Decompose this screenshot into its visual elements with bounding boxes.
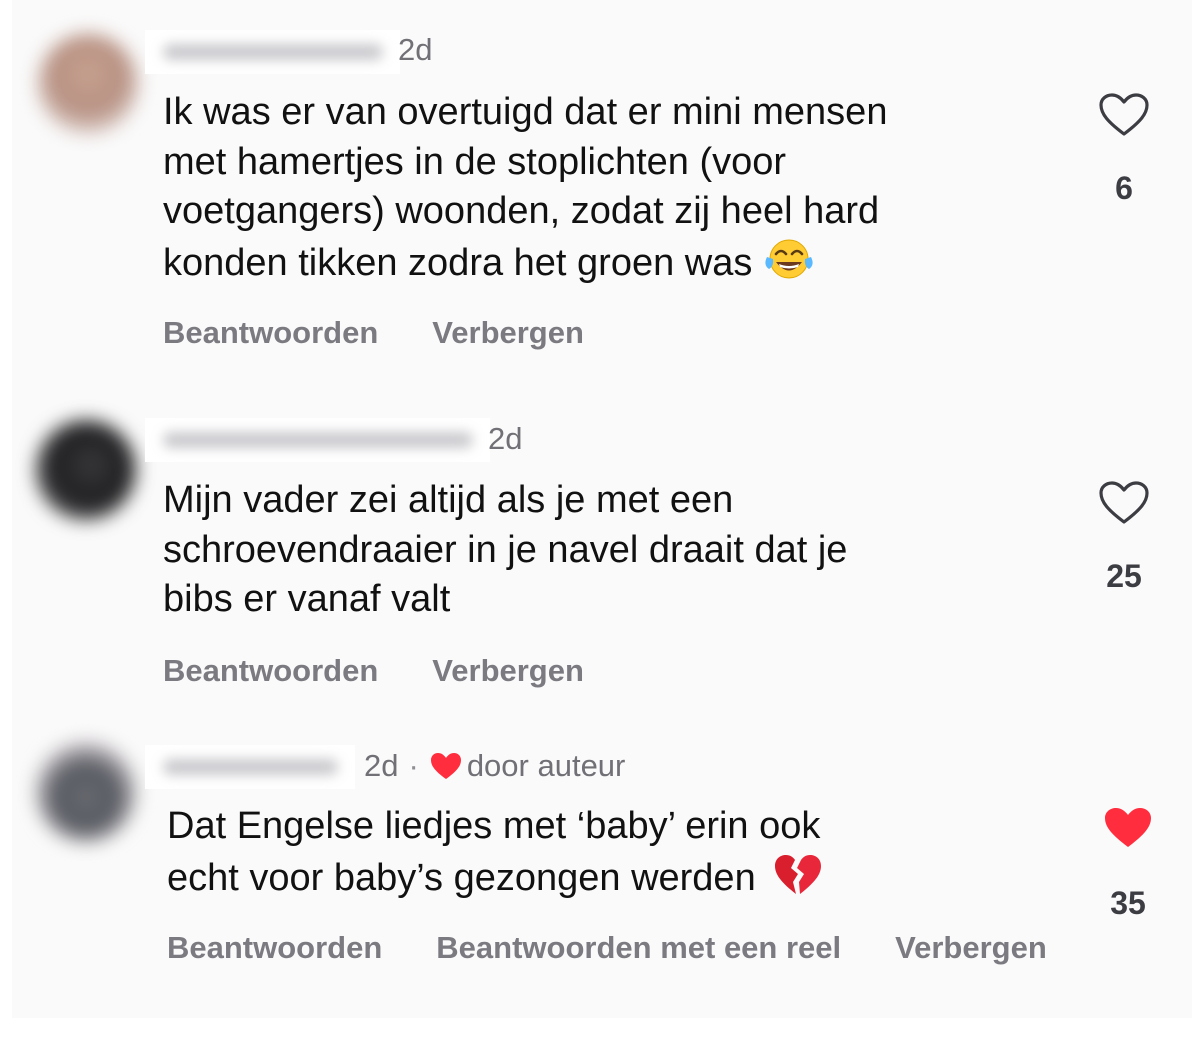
comment-meta: 2d (488, 421, 522, 457)
heart-filled-icon (430, 753, 461, 779)
comment-line: Dat Engelse liedjes met ‘baby’ erin ook (167, 805, 821, 847)
hide-button[interactable]: Verbergen (432, 653, 584, 689)
avatar[interactable] (38, 34, 138, 134)
hide-button[interactable]: Verbergen (895, 930, 1047, 966)
reply-button[interactable]: Beantwoorden (163, 315, 378, 351)
comment-line: echt voor baby’s gezongen werden (167, 856, 756, 899)
avatar[interactable] (36, 420, 136, 520)
comment-line: voetgangers) woonden, zodat zij heel har… (163, 190, 880, 232)
comment-meta: 2d (398, 32, 432, 68)
heart-outline-icon[interactable] (1098, 480, 1150, 526)
heart-filled-icon[interactable] (1101, 805, 1155, 851)
comment-actions: Beantwoorden Verbergen (163, 315, 584, 351)
comment-line: konden tikken zodra het groen was (163, 241, 753, 284)
liked-by-author-label: door auteur (466, 748, 626, 783)
username-blurred[interactable] (145, 30, 400, 74)
comment-text: Dat Engelse liedjes met ‘baby’ erin ook … (167, 802, 824, 903)
broken-heart-emoji (775, 854, 822, 894)
comment-line: bibs er vanaf valt (163, 578, 451, 620)
timestamp: 2d (364, 748, 399, 783)
comment-actions: Beantwoorden Verbergen (163, 653, 584, 689)
heart-outline-icon[interactable] (1098, 92, 1150, 138)
comment-line: Mijn vader zei altijd als je met een (163, 479, 734, 521)
like-control: 35 (1098, 805, 1158, 922)
meta-separator: · (408, 748, 419, 783)
like-count: 35 (1110, 885, 1146, 921)
comment-line: Ik was er van overtuigd dat er mini mens… (163, 91, 888, 133)
comment-actions: Beantwoorden Beantwoorden met een reel V… (167, 930, 1047, 966)
username-blurred[interactable] (145, 745, 355, 789)
comment-meta: 2d · door auteur (364, 748, 625, 784)
comment-line: met hamertjes in de stoplichten (voor (163, 140, 787, 183)
comments-page: 2d Ik was er van overtuigd dat er mini m… (0, 0, 1200, 1040)
like-count: 6 (1115, 170, 1133, 206)
comment-line-with-emoji: echt voor baby’s gezongen werden (167, 852, 824, 904)
reply-with-reel-button[interactable]: Beantwoorden met een reel (436, 930, 841, 966)
timestamp: 2d (488, 421, 523, 456)
reply-button[interactable]: Beantwoorden (167, 930, 382, 966)
timestamp: 2d (398, 32, 433, 67)
like-control: 25 (1094, 480, 1154, 595)
comment-text: Mijn vader zei altijd als je met een sch… (163, 476, 847, 625)
hide-button[interactable]: Verbergen (432, 315, 584, 351)
comment-line-with-emoji: konden tikken zodra het groen was (163, 237, 887, 289)
username-blurred[interactable] (145, 418, 490, 462)
tears-of-joy-emoji (765, 239, 813, 278)
like-control: 6 (1094, 92, 1154, 207)
comment-text: Ik was er van overtuigd dat er mini mens… (163, 88, 887, 288)
like-count: 25 (1106, 558, 1142, 594)
avatar[interactable] (36, 742, 136, 842)
comment-line: schroevendraaier in je navel draait dat … (163, 528, 848, 571)
reply-button[interactable]: Beantwoorden (163, 653, 378, 689)
